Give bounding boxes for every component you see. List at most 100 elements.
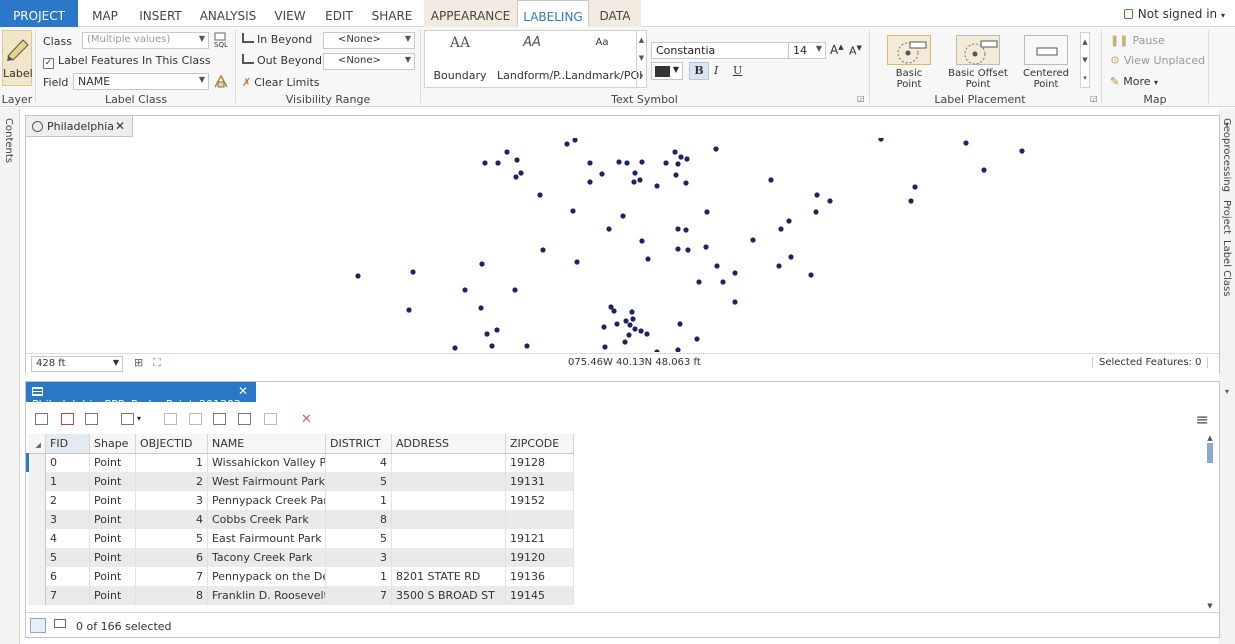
table-row[interactable]: 0 Point 1 Wissahickon Valley Par 4 19128 [26, 453, 574, 472]
table-row[interactable]: 7 Point 8 Franklin D. Roosevelt P 7 3500 S BR… [27, 586, 574, 605]
increase-font-size-icon[interactable]: A▲ [830, 43, 844, 57]
out-beyond-button[interactable]: Out Beyond [242, 54, 322, 67]
clear-selection-icon[interactable] [213, 413, 226, 425]
park-point[interactable] [732, 299, 738, 305]
symbol-landform-label[interactable]: Landform/P... [497, 69, 569, 82]
park-point[interactable] [827, 198, 833, 204]
basic-offset-point-button[interactable] [956, 35, 1000, 65]
table-cell[interactable]: 3 [135, 491, 208, 510]
park-point[interactable] [624, 160, 630, 166]
park-point[interactable] [672, 149, 678, 155]
park-point[interactable] [587, 179, 593, 185]
label-class-pane-tab[interactable]: Label Class [1221, 240, 1232, 296]
park-point[interactable] [494, 327, 500, 333]
table-cell[interactable] [391, 472, 506, 491]
park-point[interactable] [630, 316, 636, 322]
sign-in-status[interactable]: Not signed in ▾ [1123, 7, 1225, 21]
park-point[interactable] [776, 263, 782, 269]
park-point[interactable] [627, 322, 633, 328]
row-selector[interactable] [27, 548, 46, 567]
park-point[interactable] [644, 331, 650, 337]
attribute-table-tab[interactable]: Philadelphia_PPR_Parks_Points201302 ✕ [26, 382, 256, 411]
park-point[interactable] [599, 171, 605, 177]
table-cell[interactable]: 1 [135, 453, 208, 472]
park-point[interactable] [684, 156, 690, 162]
project-pane-tab[interactable]: Project [1221, 200, 1232, 234]
park-point[interactable] [645, 256, 651, 262]
tab-appearance[interactable]: APPEARANCE [424, 0, 517, 27]
table-cell[interactable]: 1 [45, 472, 90, 491]
table-cell[interactable]: Point [89, 510, 136, 529]
table-row[interactable]: 6Point7Pennypack on the Dela18201 STATE … [27, 567, 574, 586]
underline-button[interactable]: U [733, 64, 742, 77]
zoom-to-selection-icon[interactable] [164, 413, 177, 425]
basic-offset-point-label[interactable]: Basic Offset Point [944, 68, 1012, 90]
table-cell[interactable]: 2 [135, 472, 208, 491]
grid-icon[interactable]: ⊞ [134, 356, 143, 369]
park-point[interactable] [495, 160, 501, 166]
table-cell[interactable]: 7 [135, 567, 208, 586]
in-beyond-scale-dropdown[interactable]: <None> ▼ [323, 32, 415, 49]
park-point[interactable] [524, 343, 530, 349]
chevron-down-icon[interactable]: ▾ [137, 414, 141, 423]
park-point[interactable] [574, 259, 580, 265]
park-point[interactable] [654, 183, 660, 189]
park-point[interactable] [484, 331, 490, 337]
copy-selected-icon[interactable] [238, 413, 251, 425]
table-cell[interactable]: 8 [135, 586, 208, 605]
park-point[interactable] [478, 305, 484, 311]
table-cell[interactable]: Franklin D. Roosevelt P [207, 586, 326, 605]
table-cell[interactable]: Tacony Creek Park [207, 548, 326, 567]
more-button[interactable]: ✎ More ▾ [1110, 75, 1158, 88]
scroll-thumb[interactable] [1207, 443, 1213, 463]
park-point[interactable] [814, 192, 820, 198]
italic-button[interactable]: I [714, 64, 718, 77]
park-point[interactable] [616, 159, 622, 165]
field-dropdown[interactable]: NAME ▼ [73, 73, 209, 90]
row-selector[interactable] [27, 472, 46, 491]
contents-pane-collapsed[interactable]: Contents [0, 108, 20, 644]
park-point[interactable] [514, 157, 520, 163]
park-point[interactable] [632, 170, 638, 176]
park-point[interactable] [1019, 148, 1025, 154]
park-point[interactable] [677, 321, 683, 327]
park-point[interactable] [788, 254, 794, 260]
table-row[interactable]: 3 Point 4 Cobbs Creek Park 8 [27, 510, 574, 529]
park-point[interactable] [732, 270, 738, 276]
font-color-picker[interactable]: ▼ [651, 62, 683, 80]
park-point[interactable] [632, 326, 638, 332]
table-cell[interactable]: 1 [325, 491, 392, 510]
park-point[interactable] [639, 159, 645, 165]
park-point[interactable] [602, 344, 608, 350]
table-cell[interactable]: 5 [45, 548, 90, 567]
delete-field-icon[interactable] [61, 413, 74, 425]
table-cell[interactable]: 19121 [505, 529, 574, 548]
add-field-icon[interactable] [35, 413, 48, 425]
park-point[interactable] [750, 237, 756, 243]
class-dropdown[interactable]: (Multiple values) ▼ [82, 32, 209, 49]
tab-data[interactable]: DATA [589, 0, 641, 27]
table-cell[interactable] [391, 548, 506, 567]
table-cell[interactable]: 19152 [505, 491, 574, 510]
pane-options-icon[interactable]: ▾ [1225, 120, 1229, 129]
pane-options-icon[interactable]: ▾ [1225, 387, 1229, 396]
tab-insert[interactable]: INSERT [133, 0, 188, 27]
park-point[interactable] [601, 324, 607, 330]
centered-point-label[interactable]: Centered Point [1018, 68, 1074, 90]
table-cell[interactable]: 19120 [505, 548, 574, 567]
calculate-field-icon[interactable] [85, 413, 98, 425]
tab-edit[interactable]: EDIT [319, 0, 359, 27]
park-point[interactable] [963, 140, 969, 146]
table-cell[interactable] [391, 453, 506, 472]
park-point[interactable] [714, 263, 720, 269]
park-point[interactable] [786, 218, 792, 224]
table-cell[interactable]: 7 [45, 586, 90, 605]
park-point[interactable] [813, 209, 819, 215]
in-beyond-button[interactable]: In Beyond [242, 33, 312, 46]
gallery-scroll[interactable]: ▲ ▼ ▾ [636, 31, 646, 87]
scroll-up-icon[interactable]: ▲ [1205, 434, 1215, 442]
table-view-icon[interactable] [30, 618, 46, 633]
table-cell[interactable]: Pennypack Creek Park [207, 491, 326, 510]
park-point[interactable] [663, 160, 669, 166]
park-point[interactable] [981, 167, 987, 173]
